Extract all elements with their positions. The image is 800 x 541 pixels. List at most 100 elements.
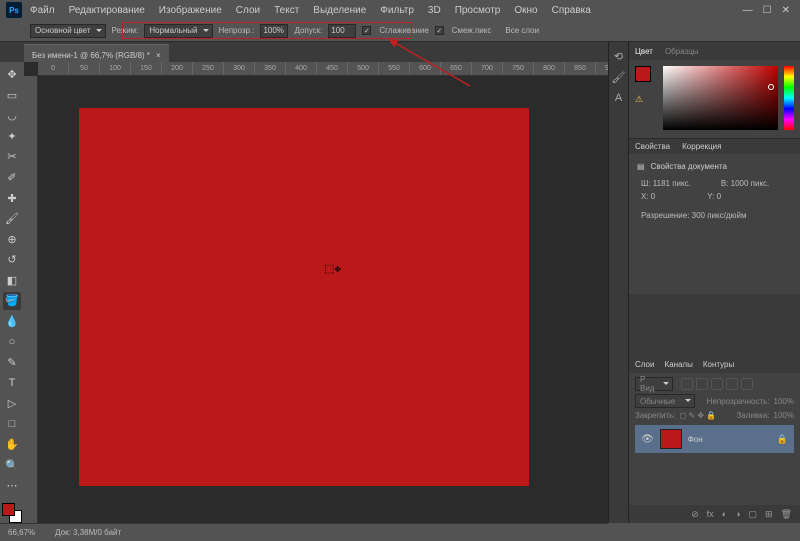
tab-adjustments[interactable]: Коррекция bbox=[682, 142, 721, 151]
pen-tool[interactable]: ✎ bbox=[3, 354, 21, 372]
menu-view[interactable]: Просмотр bbox=[455, 5, 501, 16]
blur-tool[interactable]: 💧 bbox=[3, 313, 21, 331]
close-icon[interactable]: ✕ bbox=[782, 5, 790, 16]
move-tool[interactable]: ✥ bbox=[3, 66, 21, 84]
layers-panel: Слои Каналы Контуры Р Вид Обычные Непроз… bbox=[629, 355, 800, 523]
layer-filter-icons[interactable] bbox=[681, 378, 753, 390]
menu-type[interactable]: Текст bbox=[274, 5, 299, 16]
layer-background[interactable]: 👁 Фон 🔒 bbox=[635, 425, 794, 453]
path-tool[interactable]: ▷ bbox=[3, 395, 21, 413]
options-bar: Основной цвет Режим: Нормальный Непрозр.… bbox=[0, 20, 800, 42]
menu-image[interactable]: Изображение bbox=[159, 5, 222, 16]
wand-tool[interactable]: ✦ bbox=[3, 128, 21, 146]
tolerance-label: Допуск: bbox=[294, 26, 322, 35]
hand-tool[interactable]: ✋ bbox=[3, 436, 21, 454]
menu-select[interactable]: Выделение bbox=[313, 5, 366, 16]
fx-icon[interactable]: fx bbox=[707, 509, 714, 519]
menu-bar: Ps Файл Редактирование Изображение Слои … bbox=[0, 0, 800, 20]
tab-properties[interactable]: Свойства bbox=[635, 142, 670, 151]
opacity-field[interactable]: 100% bbox=[260, 24, 288, 38]
layer-kind-combo[interactable]: Р Вид bbox=[635, 377, 673, 391]
horizontal-ruler[interactable]: 0501001502002503003504004505005506006507… bbox=[38, 62, 608, 76]
zoom-level[interactable]: 66,67% bbox=[8, 528, 35, 537]
layer-name[interactable]: Фон bbox=[688, 435, 703, 444]
layer-opacity-value[interactable]: 100% bbox=[774, 397, 794, 406]
tab-channels[interactable]: Каналы bbox=[664, 360, 692, 369]
char-panel-icon[interactable]: A bbox=[615, 92, 622, 104]
layers-bottom-bar: ⊘ fx ◐ ◑ ▢ ⊞ 🗑 bbox=[629, 505, 800, 523]
lock-label: Закрепить: bbox=[635, 411, 676, 420]
main-menu: Файл Редактирование Изображение Слои Тек… bbox=[30, 5, 591, 16]
lasso-tool[interactable]: ◡ bbox=[3, 107, 21, 125]
bucket-tool[interactable]: 🪣 bbox=[3, 292, 21, 310]
fill-label: Заливка: bbox=[737, 411, 770, 420]
brushes-panel-icon[interactable]: 🖌 bbox=[612, 71, 626, 84]
shape-tool[interactable]: □ bbox=[3, 415, 21, 433]
dodge-tool[interactable]: ○ bbox=[3, 333, 21, 351]
menu-layer[interactable]: Слои bbox=[236, 5, 260, 16]
document-icon: ▤ bbox=[637, 162, 645, 171]
color-field[interactable] bbox=[663, 66, 778, 130]
fill-value[interactable]: 100% bbox=[774, 411, 794, 420]
new-layer-icon[interactable]: ⊞ bbox=[765, 509, 773, 520]
document-tab[interactable]: Без имени-1 @ 66,7% (RGB/8) * × bbox=[24, 44, 169, 62]
close-tab-icon[interactable]: × bbox=[156, 51, 161, 60]
tab-layers[interactable]: Слои bbox=[635, 360, 654, 369]
layer-thumbnail[interactable] bbox=[660, 429, 682, 449]
foreground-swatch[interactable] bbox=[2, 503, 15, 516]
adjustment-icon[interactable]: ◑ bbox=[735, 509, 740, 519]
visibility-icon[interactable]: 👁 bbox=[641, 434, 654, 445]
tab-swatches[interactable]: Образцы bbox=[665, 47, 699, 56]
lock-icons[interactable]: ◻ ✎ ✥ 🔒 bbox=[680, 411, 717, 420]
properties-title: Свойства документа bbox=[651, 162, 727, 171]
mode-combo[interactable]: Нормальный bbox=[144, 24, 212, 38]
document-canvas[interactable] bbox=[79, 108, 529, 486]
menu-window[interactable]: Окно bbox=[514, 5, 537, 16]
delete-icon[interactable]: 🗑 bbox=[781, 509, 792, 520]
marquee-tool[interactable]: ▭ bbox=[3, 87, 21, 105]
menu-help[interactable]: Справка bbox=[552, 5, 591, 16]
tools-panel: ✥ ▭ ◡ ✦ ✂ ✐ ✚ 🖌 ⊕ ↺ ◧ 🪣 💧 ○ ✎ T ▷ □ ✋ 🔍 … bbox=[0, 62, 24, 523]
group-icon[interactable]: ▢ bbox=[749, 509, 758, 520]
hue-slider[interactable] bbox=[784, 66, 794, 130]
all-layers-label: Все слои bbox=[505, 26, 539, 35]
color-panel-fg[interactable] bbox=[635, 66, 651, 82]
doc-info[interactable]: Док: 3,38M/0 байт bbox=[55, 528, 121, 537]
history-panel-icon[interactable]: ⟲ bbox=[614, 50, 623, 63]
contiguous-label: Смеж.пикс bbox=[452, 26, 492, 35]
gamut-warning-icon[interactable]: ⚠ bbox=[635, 94, 657, 105]
eyedropper-tool[interactable]: ✐ bbox=[3, 169, 21, 187]
menu-edit[interactable]: Редактирование bbox=[69, 5, 145, 16]
maximize-icon[interactable]: ☐ bbox=[763, 5, 772, 16]
layer-opacity-label: Непрозрачность: bbox=[707, 397, 770, 406]
stamp-tool[interactable]: ⊕ bbox=[3, 230, 21, 248]
color-swatches[interactable] bbox=[2, 503, 22, 523]
tolerance-field[interactable]: 100 bbox=[328, 24, 356, 38]
antialias-checkbox[interactable]: ✓ bbox=[362, 26, 371, 35]
heal-tool[interactable]: ✚ bbox=[3, 189, 21, 207]
status-bar: 66,67% Док: 3,38M/0 байт bbox=[0, 523, 608, 541]
contiguous-checkbox[interactable]: ✓ bbox=[435, 26, 444, 35]
menu-filter[interactable]: Фильтр bbox=[380, 5, 414, 16]
edit-toolbar[interactable]: ⋯ bbox=[3, 477, 21, 495]
properties-panel: ▤ Свойства документа Ш: 1181 пикс. В: 10… bbox=[629, 154, 800, 294]
type-tool[interactable]: T bbox=[3, 374, 21, 392]
vertical-ruler[interactable] bbox=[24, 76, 38, 523]
zoom-tool[interactable]: 🔍 bbox=[3, 456, 21, 474]
lock-icon[interactable]: 🔒 bbox=[777, 434, 788, 445]
blend-mode-combo[interactable]: Обычные bbox=[635, 394, 695, 408]
eraser-tool[interactable]: ◧ bbox=[3, 271, 21, 289]
link-layers-icon[interactable]: ⊘ bbox=[691, 509, 699, 520]
minimize-icon[interactable]: — bbox=[743, 5, 753, 16]
history-brush-tool[interactable]: ↺ bbox=[3, 251, 21, 269]
mode-label: Режим: bbox=[112, 26, 139, 35]
brush-tool[interactable]: 🖌 bbox=[3, 210, 21, 228]
collapsed-panel-strip: ⟲ 🖌 A bbox=[608, 42, 628, 523]
tab-paths[interactable]: Контуры bbox=[703, 360, 734, 369]
crop-tool[interactable]: ✂ bbox=[3, 148, 21, 166]
foreground-color-combo[interactable]: Основной цвет bbox=[30, 24, 106, 38]
mask-icon[interactable]: ◐ bbox=[722, 509, 727, 519]
tab-color[interactable]: Цвет bbox=[635, 47, 653, 56]
menu-file[interactable]: Файл bbox=[30, 5, 55, 16]
menu-3d[interactable]: 3D bbox=[428, 5, 441, 16]
